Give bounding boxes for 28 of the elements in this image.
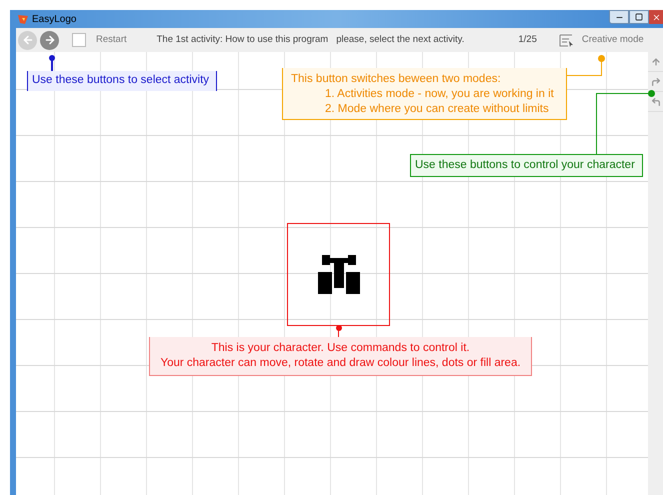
turn-left-icon (650, 96, 660, 106)
callout-text: 2. Mode where you can create without limits (324, 102, 550, 117)
callout-text: Use these buttons to select activity (32, 73, 210, 88)
callout-text: 1. Activities mode - now, you are working in it (324, 87, 555, 102)
minimize-button[interactable] (609, 10, 629, 24)
callout-text: This is your character. Use commands to control it. (211, 341, 470, 356)
close-icon (652, 12, 660, 22)
tractor-icon (318, 254, 360, 294)
activity-counter: 1/25 (518, 32, 537, 47)
maximize-icon (635, 13, 643, 21)
arrow-up-icon (650, 56, 660, 66)
callout-text: Use these buttons to control your character (415, 158, 635, 173)
mode-icon (558, 34, 574, 46)
activity-hint: please, select the next activity. (336, 32, 464, 47)
turn-right-icon (650, 76, 660, 86)
callout-text: This button switches beween two modes: (291, 72, 502, 87)
forward-button[interactable] (40, 30, 59, 50)
restart-button[interactable]: Restart (96, 32, 127, 48)
arrow-right-icon (44, 34, 56, 46)
arrow-left-icon (22, 34, 34, 46)
maximize-button[interactable] (629, 10, 649, 24)
app-logo-icon (18, 14, 28, 24)
close-button[interactable] (649, 10, 663, 24)
window-title: EasyLogo (32, 12, 76, 26)
creative-mode-button[interactable]: Creative mode (558, 32, 644, 48)
callout-text: Your character can move, rotate and draw colour lines, dots or fill area. (160, 356, 521, 371)
activity-title: The 1st activity: How to use this program (156, 32, 328, 47)
restart-checkbox[interactable] (72, 33, 86, 47)
